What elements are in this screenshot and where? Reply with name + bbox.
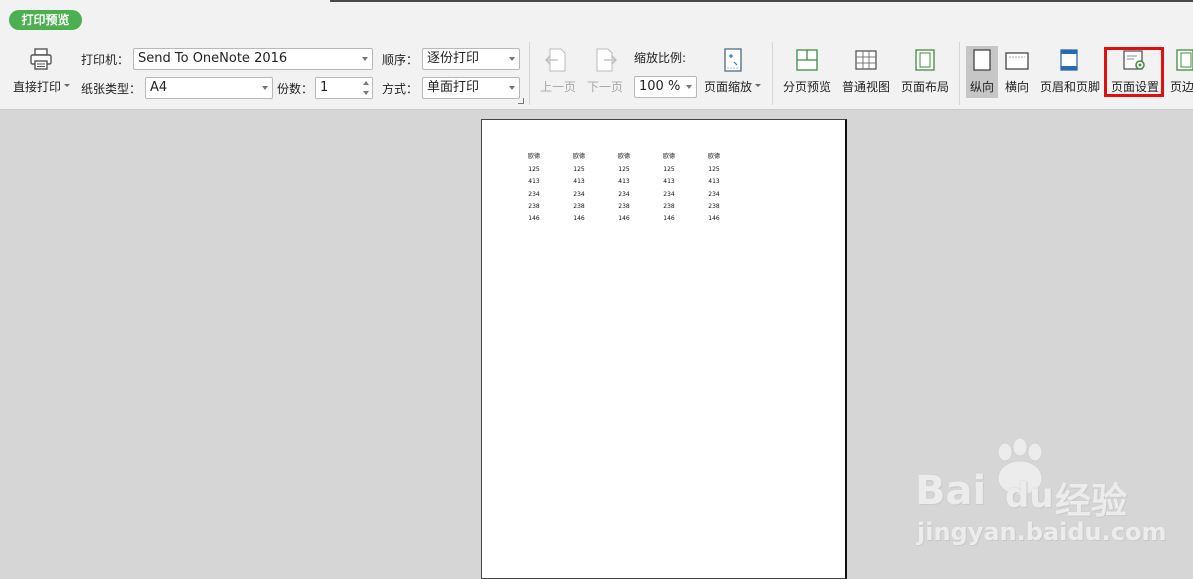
copies-label: 份数： xyxy=(277,82,314,96)
preview-cell: 234 xyxy=(663,190,675,198)
preview-cell: 125 xyxy=(573,166,585,173)
printer-label: 打印机： xyxy=(81,53,130,67)
margins-button[interactable]: 页边 xyxy=(1170,78,1193,95)
preview-cell: 125 xyxy=(663,166,675,173)
preview-cell: 413 xyxy=(708,178,720,186)
header-footer-icon[interactable] xyxy=(1058,48,1080,72)
preview-cell: 234 xyxy=(573,190,585,198)
preview-column-header: 欧德 xyxy=(617,153,630,160)
separator xyxy=(529,42,530,105)
preview-cell: 146 xyxy=(708,215,720,223)
mode-label: 方式： xyxy=(382,82,419,96)
separator xyxy=(772,42,773,105)
preview-cell: 146 xyxy=(573,215,585,223)
preview-column-header: 欧德 xyxy=(527,153,540,160)
mode-value: 单面打印 xyxy=(427,80,480,95)
preview-cell: 125 xyxy=(528,166,540,173)
preview-column-header: 欧德 xyxy=(662,153,675,160)
watermark-url: jingyan.baidu.com xyxy=(917,518,1167,546)
page-setup-highlight xyxy=(1104,47,1164,97)
prev-page-icon[interactable] xyxy=(545,48,569,72)
preview-cell: 234 xyxy=(618,190,630,198)
next-page-button[interactable]: 下一页 xyxy=(587,78,623,95)
preview-column-header: 欧德 xyxy=(572,153,585,160)
zoom-label: 缩放比例: xyxy=(634,51,687,65)
tab-print-preview[interactable]: 打印预览 xyxy=(9,10,82,30)
paper-type-select[interactable]: A4 xyxy=(145,77,273,99)
watermark-product: 经验 xyxy=(1055,481,1128,522)
preview-cell: 238 xyxy=(663,202,675,210)
chevron-down-icon[interactable] xyxy=(755,84,761,87)
preview-cell: 146 xyxy=(618,215,630,223)
preview-cell: 238 xyxy=(528,202,540,210)
preview-cell: 125 xyxy=(708,166,720,173)
preview-cell: 413 xyxy=(618,178,630,186)
direct-print-button[interactable]: 直接打印 xyxy=(13,78,61,95)
chevron-down-icon xyxy=(509,57,515,61)
preview-cell: 413 xyxy=(663,178,675,186)
page-break-preview-button[interactable]: 分页预览 xyxy=(783,78,831,95)
order-select[interactable]: 逐份打印 xyxy=(422,48,520,70)
chevron-down-icon xyxy=(686,85,692,89)
margins-icon[interactable] xyxy=(1175,48,1193,72)
order-label: 顺序： xyxy=(382,53,419,67)
printer-icon[interactable] xyxy=(29,48,53,70)
paper-type-label: 纸张类型： xyxy=(81,82,142,96)
chevron-down-icon xyxy=(262,86,268,90)
chevron-down-icon xyxy=(362,57,368,61)
page-layout-icon[interactable] xyxy=(913,48,937,72)
preview-cell: 234 xyxy=(708,190,720,198)
preview-column-header: 欧德 xyxy=(707,153,720,160)
print-preview-page: 欧德 125 413 234 238 146 欧德 125 413 234 238 146 欧德 125 4… xyxy=(481,119,847,579)
preview-cell: 146 xyxy=(663,215,675,223)
dialog-launcher-icon[interactable] xyxy=(518,98,524,104)
order-value: 逐份打印 xyxy=(427,51,480,66)
chevron-down-icon xyxy=(509,86,515,90)
stepper-arrows-icon[interactable] xyxy=(363,80,370,96)
landscape-button[interactable]: 横向 xyxy=(1005,78,1029,95)
printer-select-value: Send To OneNote 2016 xyxy=(138,51,288,66)
watermark-brand-du: du xyxy=(1005,476,1054,516)
chevron-down-icon[interactable] xyxy=(64,84,70,87)
preview-cell: 146 xyxy=(528,215,540,223)
watermark-brand: Bai xyxy=(915,468,987,514)
landscape-icon[interactable] xyxy=(1004,50,1030,72)
zoom-value: 100 % xyxy=(639,79,681,94)
header-footer-button[interactable]: 页眉和页脚 xyxy=(1040,78,1100,95)
copies-value: 1 xyxy=(320,80,329,95)
mode-select[interactable]: 单面打印 xyxy=(422,77,520,99)
window-top-border xyxy=(330,0,1193,2)
printer-select[interactable]: Send To OneNote 2016 xyxy=(133,48,373,70)
preview-cell: 413 xyxy=(573,178,585,186)
preview-cell: 125 xyxy=(618,166,630,173)
page-break-preview-icon[interactable] xyxy=(795,48,819,72)
preview-cell: 413 xyxy=(528,178,540,186)
normal-view-button[interactable]: 普通视图 xyxy=(842,78,890,95)
next-page-icon[interactable] xyxy=(593,48,617,72)
page-layout-button[interactable]: 页面布局 xyxy=(901,78,949,95)
normal-view-icon[interactable] xyxy=(854,48,878,72)
portrait-icon[interactable] xyxy=(971,48,993,72)
zoom-select[interactable]: 100 % xyxy=(634,76,697,98)
preview-cell: 238 xyxy=(573,202,585,210)
page-zoom-icon[interactable] xyxy=(722,48,744,72)
paper-type-value: A4 xyxy=(150,80,168,95)
preview-cell: 238 xyxy=(708,202,720,210)
prev-page-button[interactable]: 上一页 xyxy=(540,78,576,95)
separator xyxy=(959,42,960,105)
portrait-button[interactable]: 纵向 xyxy=(970,78,994,95)
page-zoom-button[interactable]: 页面缩放 xyxy=(704,78,752,95)
baidu-jingyan-watermark: Bai du 经验 jingyan.baidu.com xyxy=(915,438,1185,558)
copies-stepper[interactable]: 1 xyxy=(315,77,373,99)
top-bar xyxy=(0,0,1193,40)
preview-cell: 238 xyxy=(618,202,630,210)
preview-cell: 234 xyxy=(528,190,540,198)
